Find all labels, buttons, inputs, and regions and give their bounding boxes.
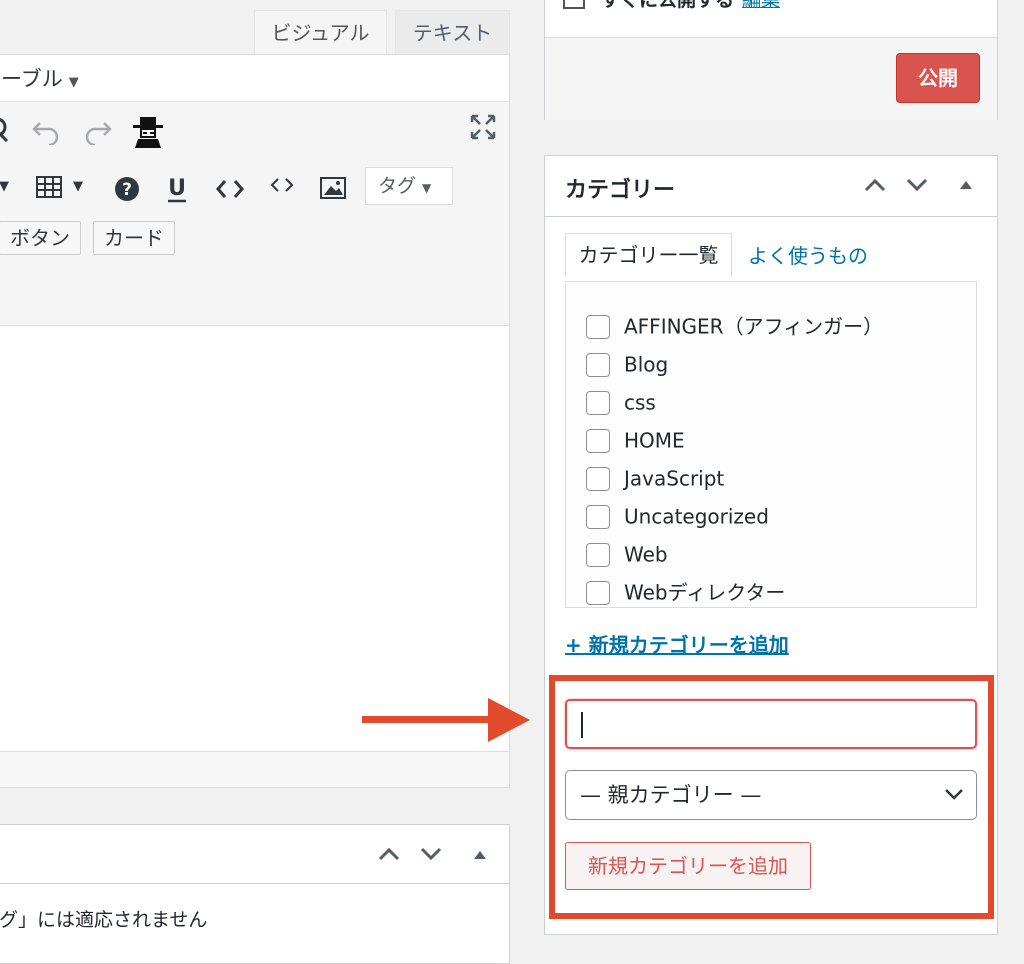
publish-edit-link[interactable]: 編集 bbox=[742, 0, 780, 11]
redo-icon[interactable] bbox=[83, 117, 113, 145]
category-checkbox[interactable] bbox=[586, 504, 610, 529]
chevron-down-icon bbox=[945, 789, 963, 800]
category-item[interactable]: JavaScript bbox=[586, 462, 724, 492]
toggle-triangle-icon[interactable] bbox=[959, 179, 973, 191]
pointer-arrow-shaft bbox=[362, 716, 492, 723]
caret-down-icon: ▼ bbox=[422, 181, 432, 195]
caret-icon[interactable]: ▼ bbox=[0, 179, 9, 194]
category-item[interactable]: css bbox=[586, 386, 656, 416]
button-shortcode-button[interactable]: ボタン bbox=[0, 221, 81, 255]
tab-most-used[interactable]: よく使うもの bbox=[748, 240, 868, 269]
editor-wrap: ビジュアル テキスト ーブル ▼ ▼ ▼ ? U タグ ▼ ボタン カード bbox=[0, 0, 510, 788]
tag-select-label: タグ bbox=[378, 175, 417, 197]
add-new-category-button[interactable]: 新規カテゴリーを追加 bbox=[565, 842, 811, 890]
chevron-down-icon[interactable] bbox=[419, 845, 443, 863]
table-caret-icon[interactable]: ▼ bbox=[73, 179, 83, 194]
svg-text:?: ? bbox=[122, 180, 132, 200]
image-icon[interactable] bbox=[319, 175, 349, 201]
category-label: Web bbox=[624, 542, 668, 567]
category-label: Blog bbox=[624, 352, 669, 377]
caret-down-icon: ▼ bbox=[68, 75, 79, 90]
category-checkbox[interactable] bbox=[586, 580, 610, 605]
category-checklist: AFFINGER（アフィンガー） Blog css HOME JavaScrip… bbox=[565, 281, 977, 608]
category-label: Webディレクター bbox=[624, 580, 786, 605]
format-select-label: ーブル bbox=[1, 67, 63, 91]
format-select[interactable]: ーブル ▼ bbox=[1, 63, 79, 93]
category-item[interactable]: Blog bbox=[586, 348, 668, 378]
calendar-icon bbox=[563, 0, 585, 9]
card-shortcode-button[interactable]: カード bbox=[93, 221, 175, 255]
chevron-down-icon[interactable] bbox=[905, 176, 929, 194]
pointer-arrow-icon bbox=[488, 698, 530, 742]
meta-box-header bbox=[0, 825, 509, 884]
category-title: カテゴリー bbox=[565, 178, 676, 203]
category-label: AFFINGER（アフィンガー） bbox=[624, 314, 884, 339]
category-item[interactable]: Web bbox=[586, 538, 668, 568]
category-checkbox[interactable] bbox=[586, 390, 610, 415]
fullscreen-icon[interactable] bbox=[469, 113, 497, 141]
underline-icon[interactable]: U bbox=[165, 173, 189, 205]
add-new-category-link[interactable]: + 新規カテゴリーを追加 bbox=[565, 629, 789, 658]
help-icon[interactable]: ? bbox=[113, 175, 141, 203]
editor-toolbar: ーブル ▼ ▼ ▼ ? U タグ ▼ ボタン カード bbox=[0, 54, 510, 326]
new-category-name-input[interactable] bbox=[565, 699, 977, 749]
publish-immediately-label: すぐに公開する bbox=[601, 0, 735, 11]
publish-button[interactable]: 公開 bbox=[896, 53, 980, 103]
category-checkbox[interactable] bbox=[586, 352, 610, 377]
tab-all-categories[interactable]: カテゴリー一覧 bbox=[565, 233, 732, 277]
text-cursor bbox=[581, 712, 583, 738]
undo-icon[interactable] bbox=[31, 117, 61, 145]
table-icon[interactable] bbox=[35, 175, 65, 201]
code-icon[interactable] bbox=[269, 175, 295, 197]
parent-category-select[interactable]: — 親カテゴリー — bbox=[565, 770, 977, 820]
category-item[interactable]: AFFINGER（アフィンガー） bbox=[586, 310, 883, 340]
chevron-up-icon[interactable] bbox=[377, 845, 401, 863]
q-icon[interactable] bbox=[0, 113, 9, 143]
category-item[interactable]: HOME bbox=[586, 424, 685, 454]
toggle-triangle-icon[interactable] bbox=[473, 849, 487, 861]
category-label: Uncategorized bbox=[624, 504, 769, 529]
editor-status-bar bbox=[0, 751, 510, 788]
category-label: HOME bbox=[624, 428, 685, 453]
category-checkbox[interactable] bbox=[586, 314, 610, 339]
category-item[interactable]: Webディレクター bbox=[586, 576, 785, 606]
meta-box-text: グ」には適応されません bbox=[0, 909, 208, 931]
category-item[interactable]: Uncategorized bbox=[586, 500, 769, 530]
category-checkbox[interactable] bbox=[586, 428, 610, 453]
category-header: カテゴリー bbox=[545, 156, 997, 217]
meta-box: グ」には適応されません bbox=[0, 824, 510, 964]
category-label: JavaScript bbox=[624, 466, 725, 491]
category-checkbox[interactable] bbox=[586, 542, 610, 567]
svg-text:U: U bbox=[168, 176, 186, 201]
tag-select[interactable]: タグ ▼ bbox=[365, 167, 453, 205]
tab-visual[interactable]: ビジュアル bbox=[254, 10, 387, 54]
code-tag-icon[interactable] bbox=[215, 177, 245, 201]
tab-text[interactable]: テキスト bbox=[395, 10, 510, 54]
person-hat-icon[interactable] bbox=[131, 115, 165, 149]
format-row: ーブル ▼ bbox=[0, 55, 509, 102]
category-label: css bbox=[624, 390, 656, 415]
category-checkbox[interactable] bbox=[586, 466, 610, 491]
publish-schedule: すぐに公開する 編集 bbox=[563, 0, 780, 12]
chevron-up-icon[interactable] bbox=[863, 176, 887, 194]
editor-content-area[interactable] bbox=[0, 326, 510, 751]
parent-category-label: — 親カテゴリー — bbox=[580, 783, 762, 807]
